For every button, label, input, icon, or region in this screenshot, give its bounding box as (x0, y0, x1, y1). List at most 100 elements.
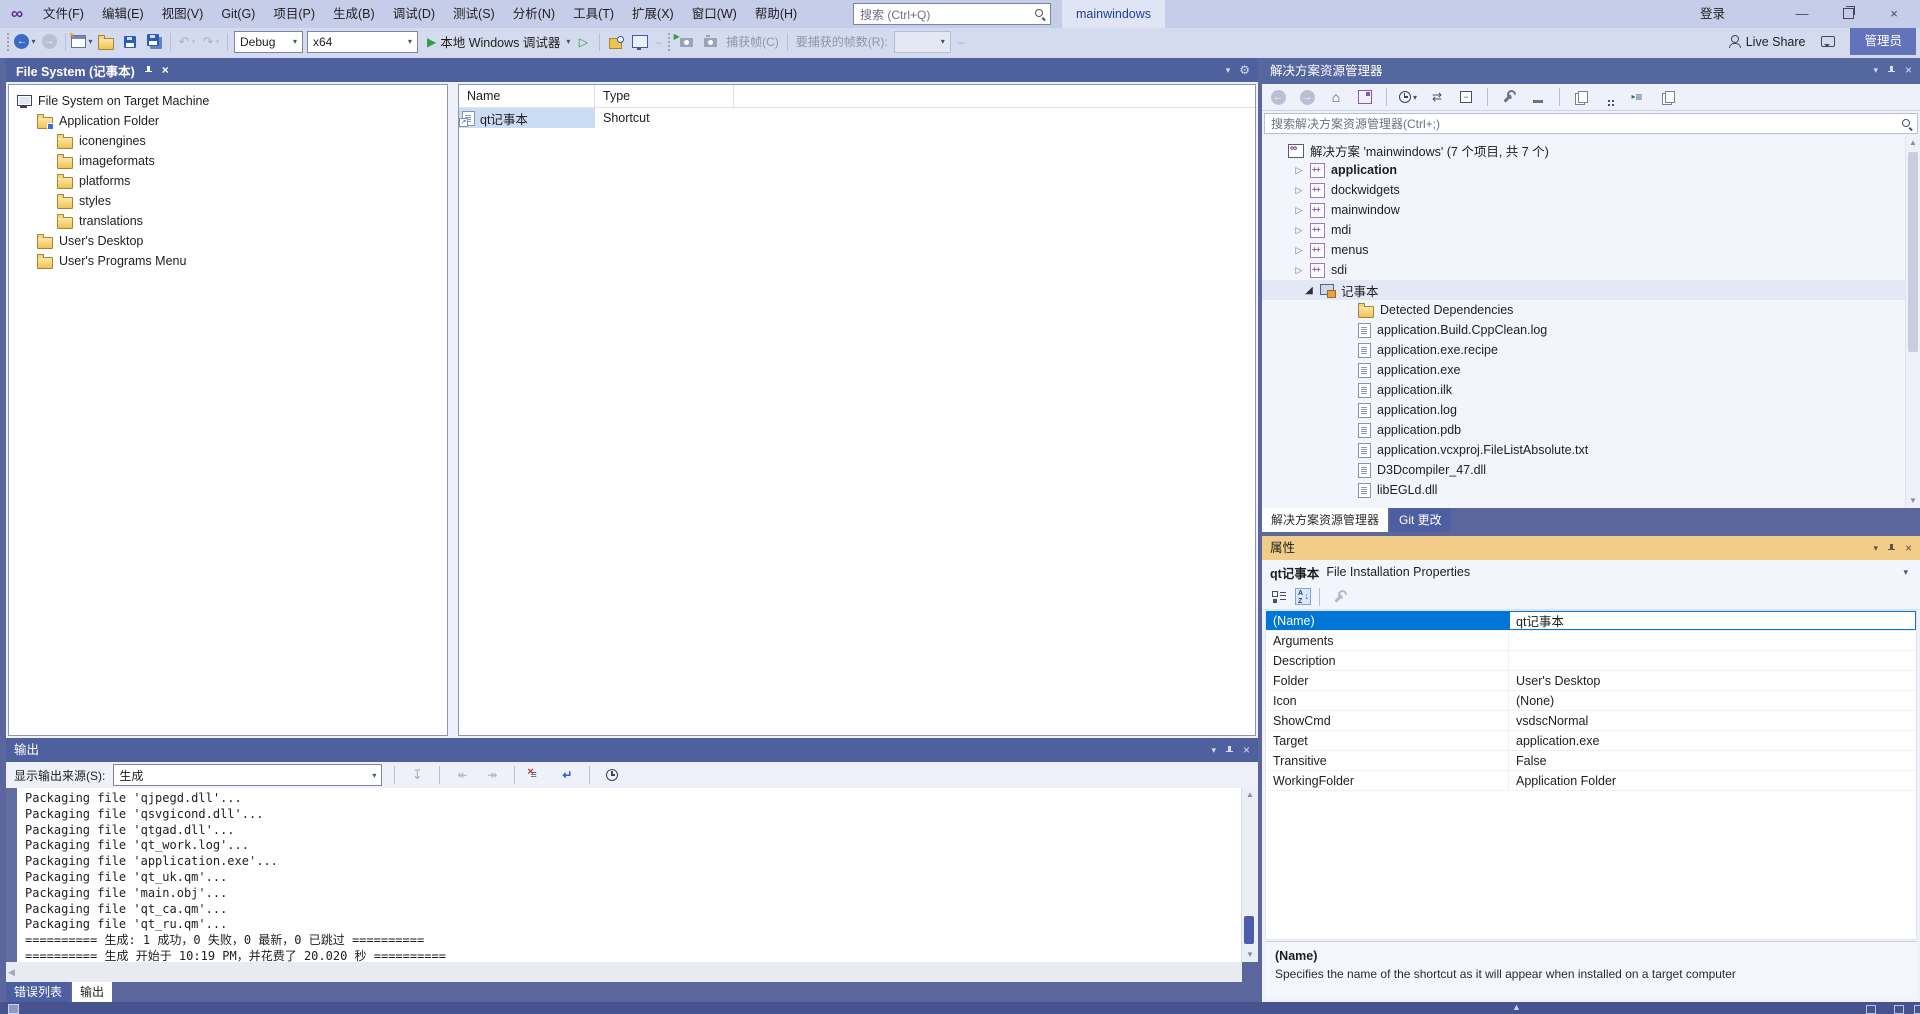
property-value[interactable] (1509, 631, 1916, 650)
solution-configuration-combo[interactable]: Debug▾ (234, 31, 303, 53)
chevron-down-icon[interactable]: ▾ (1211, 738, 1216, 762)
close-button[interactable]: × (1872, 0, 1916, 28)
chevron-down-icon[interactable]: ▾ (1226, 65, 1231, 76)
chevron-down-icon[interactable]: ▾ (1873, 536, 1878, 560)
solution-explorer-shortcut-button[interactable] (628, 31, 652, 53)
preview-selected-items-button[interactable] (1526, 86, 1550, 108)
property-value[interactable]: application.exe (1509, 731, 1916, 750)
save-all-button[interactable] (142, 31, 166, 53)
tree-item-users-desktop[interactable]: User's Desktop (9, 231, 447, 251)
chevron-collapsed-icon[interactable]: ▷ (1294, 185, 1304, 196)
navigate-back-button[interactable]: ←▾ (13, 31, 37, 53)
vertical-scrollbar[interactable]: ▲ ▼ (1241, 788, 1258, 962)
output-source-combo[interactable]: 生成 ▾ (113, 764, 382, 786)
column-header-type[interactable]: Type (595, 85, 734, 107)
clear-all-button[interactable]: ≡ (525, 764, 549, 786)
property-row[interactable]: TransitiveFalse (1266, 751, 1916, 771)
menu-project[interactable]: 项目(P) (264, 0, 324, 28)
tree-item-detected-dependencies[interactable]: Detected Dependencies (1262, 300, 1906, 320)
back-button[interactable]: ← (1266, 86, 1290, 108)
chevron-down-icon[interactable]: ▾ (1873, 57, 1878, 83)
chevron-collapsed-icon[interactable]: ▷ (1294, 245, 1304, 256)
tab-git-changes[interactable]: Git 更改 (1390, 508, 1451, 532)
tree-item-application-folder[interactable]: Application Folder (9, 111, 447, 131)
tab-solution-explorer[interactable]: 解决方案资源管理器 (1262, 508, 1388, 532)
new-project-button[interactable]: ▾ (70, 31, 94, 53)
chevron-collapsed-icon[interactable]: ▷ (1294, 265, 1304, 276)
solution-platform-combo[interactable]: x64▾ (307, 31, 418, 53)
horizontal-scrollbar[interactable]: ◀ (6, 962, 1242, 982)
alphabetical-sort-button[interactable]: AZ (1295, 588, 1311, 605)
toolbar-grip[interactable] (667, 33, 672, 51)
redo-button[interactable]: ↷▾ (199, 31, 223, 53)
tree-item-mdi[interactable]: ▷mdi (1262, 220, 1906, 240)
navigate-forward-button[interactable]: → (37, 31, 61, 53)
property-row[interactable]: WorkingFolderApplication Folder (1266, 771, 1916, 791)
tree-item-file[interactable]: application.log (1262, 400, 1906, 420)
restore-button[interactable] (1826, 0, 1870, 28)
solution-search-input[interactable]: 搜索解决方案资源管理器(Ctrl+;) (1264, 113, 1918, 134)
show-all-files-button[interactable] (1569, 86, 1593, 108)
status-square-icon[interactable] (1866, 1005, 1876, 1014)
property-row[interactable]: Targetapplication.exe (1266, 731, 1916, 751)
menu-analyze[interactable]: 分析(N) (504, 0, 564, 28)
menu-edit[interactable]: 编辑(E) (93, 0, 153, 28)
quick-search-input[interactable]: 搜索 (Ctrl+Q) (853, 3, 1051, 25)
next-message-button[interactable]: ↠ (480, 764, 504, 786)
close-icon[interactable]: × (1905, 57, 1912, 83)
scrollbar-thumb[interactable] (1244, 916, 1254, 944)
tree-item-iconengines[interactable]: iconengines (9, 131, 447, 151)
tree-item-solution[interactable]: 解决方案 'mainwindows' (7 个项目, 共 7 个) (1262, 140, 1906, 160)
undo-button[interactable]: ↶▾ (175, 31, 199, 53)
save-button[interactable] (118, 31, 142, 53)
notification-icon[interactable] (1914, 1005, 1920, 1014)
tab-file-system[interactable]: File System (记事本) × (6, 58, 179, 82)
tree-item-file[interactable]: application.exe (1262, 360, 1906, 380)
property-row[interactable]: Arguments (1266, 631, 1916, 651)
menu-tools[interactable]: 工具(T) (564, 0, 623, 28)
tree-item-imageformats[interactable]: imageformats (9, 151, 447, 171)
properties-header[interactable]: 属性 ▾ × (1262, 536, 1920, 560)
pin-icon[interactable] (1887, 543, 1896, 554)
list-item-shortcut[interactable]: qt记事本 Shortcut (459, 108, 1255, 128)
close-icon[interactable]: × (162, 63, 169, 77)
previous-message-button[interactable]: ↞ (450, 764, 474, 786)
tree-item-file[interactable]: application.vcxproj.FileListAbsolute.txt (1262, 440, 1906, 460)
toggle-word-wrap-button[interactable]: ↵ (555, 764, 579, 786)
menu-extensions[interactable]: 扩展(X) (623, 0, 683, 28)
tree-item-menus[interactable]: ▷menus (1262, 240, 1906, 260)
minimize-button[interactable]: — (1780, 0, 1824, 28)
tree-item-dockwidgets[interactable]: ▷dockwidgets (1262, 180, 1906, 200)
start-graphics-capture-button[interactable] (674, 31, 698, 53)
property-value[interactable]: vsdscNormal (1509, 711, 1916, 730)
switch-views-button[interactable] (1353, 86, 1377, 108)
go-to-message-button[interactable]: ↧ (405, 764, 429, 786)
tree-item-notepad-project[interactable]: ◢记事本 (1262, 280, 1906, 300)
property-value[interactable]: qt记事本 (1509, 611, 1916, 630)
view-code-button[interactable] (1656, 86, 1680, 108)
tree-item-file[interactable]: application.pdb (1262, 420, 1906, 440)
list-item-name-cell[interactable]: qt记事本 (459, 108, 595, 128)
publish-arrow-icon[interactable]: ▲ (1512, 1002, 1521, 1012)
tree-item-file[interactable]: libEGLd.dll (1262, 480, 1906, 500)
start-debugging-button[interactable]: ▶ 本地 Windows 调试器 ▾ (426, 31, 571, 53)
property-value[interactable]: (None) (1509, 691, 1916, 710)
pending-changes-filter-button[interactable]: ▾ (1396, 86, 1420, 108)
output-header[interactable]: 输出 ▾ × (6, 738, 1258, 762)
chevron-collapsed-icon[interactable]: ▷ (1294, 165, 1304, 176)
chevron-collapsed-icon[interactable]: ▷ (1294, 225, 1304, 236)
home-button[interactable]: ⌂ (1324, 86, 1348, 108)
sync-with-active-document-button[interactable]: ⇄ (1425, 86, 1449, 108)
refresh-button[interactable]: ≡ (1627, 86, 1651, 108)
property-row[interactable]: FolderUser's Desktop (1266, 671, 1916, 691)
properties-button[interactable] (1497, 86, 1521, 108)
menu-help[interactable]: 帮助(H) (746, 0, 806, 28)
scroll-down-icon[interactable]: ▼ (1243, 948, 1257, 962)
menu-test[interactable]: 测试(S) (444, 0, 504, 28)
tree-item-file[interactable]: D3Dcompiler_47.dll (1262, 460, 1906, 480)
capture-frame-button[interactable] (698, 31, 722, 53)
property-value[interactable]: User's Desktop (1509, 671, 1916, 690)
live-share-button[interactable]: Live Share (1727, 31, 1807, 53)
pin-icon[interactable] (144, 65, 153, 76)
status-square-icon[interactable] (1894, 1005, 1904, 1014)
